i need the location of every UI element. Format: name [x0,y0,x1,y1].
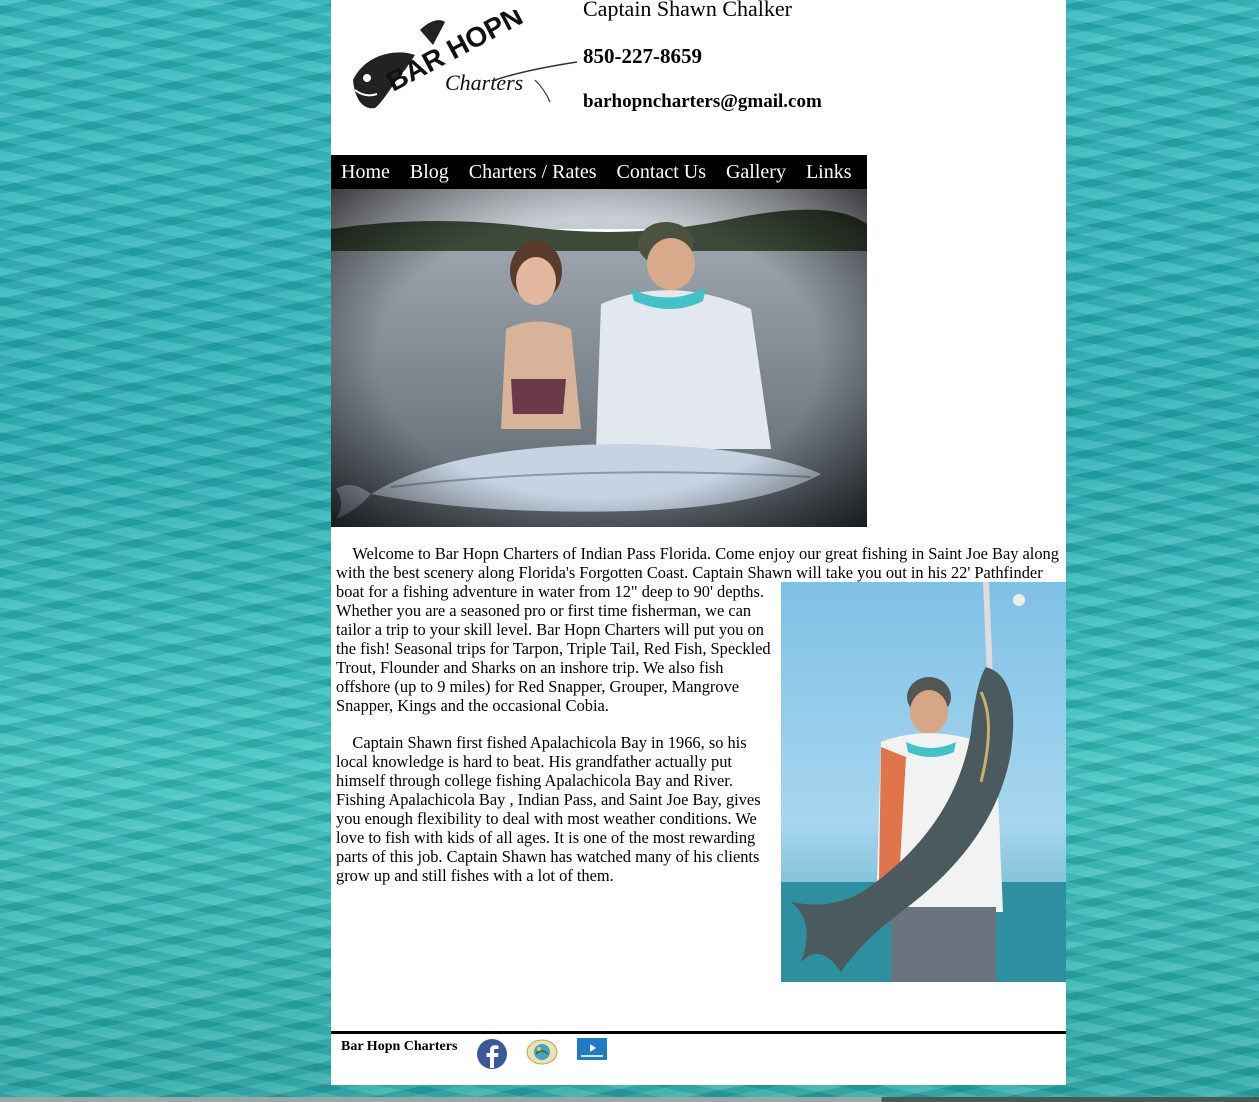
logo-text-sub: Charters [445,70,523,95]
bar-hopn-logo[interactable]: BAR HOPN Charters [345,10,585,120]
main-nav: Home Blog Charters / Rates Contact Us Ga… [331,155,867,189]
nav-contact-us[interactable]: Contact Us [607,161,716,184]
facebook-icon[interactable] [476,1038,508,1070]
phone-number[interactable]: 850-227-8659 [583,44,702,69]
captain-name: Captain Shawn Chalker [583,0,792,21]
boat-brand-icon[interactable] [577,1038,607,1060]
nav-home[interactable]: Home [331,161,400,184]
bottom-edge [0,1097,1259,1102]
footer-brand: Bar Hopn Charters [341,1039,458,1054]
page-container: BAR HOPN Charters Captain Shawn Chalker … [331,0,1066,1085]
hero-photo-tarpon [331,189,867,527]
nav-links[interactable]: Links [796,161,862,184]
history-paragraph-text: Captain Shawn first fished Apalachicola … [336,733,761,885]
footer-divider [331,1031,1066,1034]
nav-gallery[interactable]: Gallery [716,161,796,184]
nav-charters-rates[interactable]: Charters / Rates [459,161,607,184]
fwc-seal-icon[interactable] [526,1038,558,1066]
email-address[interactable]: barhopncharters@gmail.com [583,91,822,113]
nav-blog[interactable]: Blog [400,161,459,184]
main-content: Welcome to Bar Hopn Charters of Indian P… [336,544,1066,982]
inset-photo-cobia [781,582,1066,982]
